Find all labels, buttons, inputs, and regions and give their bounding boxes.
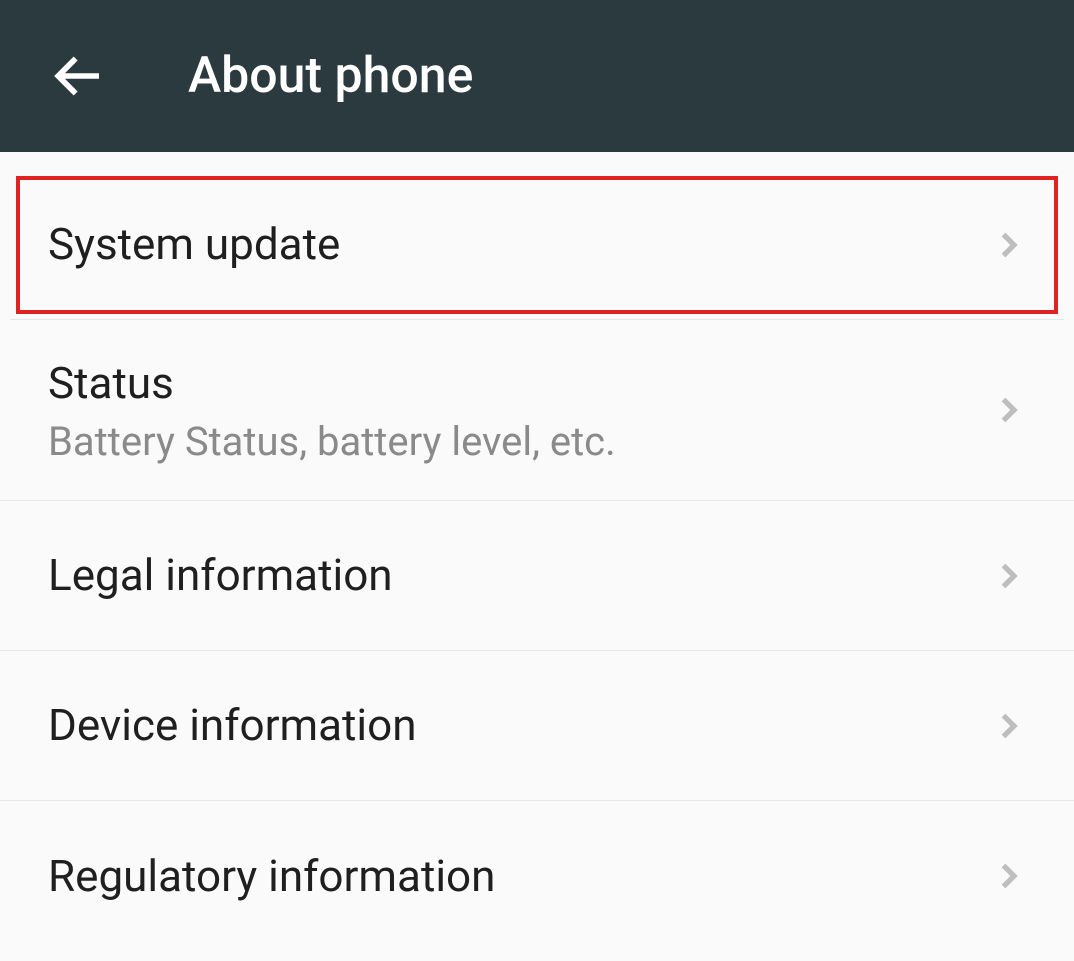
item-subtitle: Battery Status, battery level, etc.: [48, 418, 616, 465]
item-title: Device information: [48, 697, 417, 754]
item-title: Regulatory information: [48, 848, 495, 905]
item-device-information[interactable]: Device information: [0, 651, 1074, 801]
page-title: About phone: [188, 47, 473, 105]
header: About phone: [0, 0, 1074, 152]
chevron-right-icon: [990, 392, 1026, 428]
item-text: Regulatory information: [48, 848, 495, 905]
item-system-update[interactable]: System update: [10, 170, 1064, 320]
item-title: System update: [48, 216, 340, 273]
settings-list: System update Status Battery Status, bat…: [0, 152, 1074, 951]
item-title: Legal information: [48, 547, 393, 604]
item-text: Legal information: [48, 547, 393, 604]
back-button[interactable]: [48, 46, 108, 106]
chevron-right-icon: [990, 708, 1026, 744]
item-title: Status: [48, 355, 616, 412]
item-regulatory-information[interactable]: Regulatory information: [0, 801, 1074, 951]
item-text: Status Battery Status, battery level, et…: [48, 355, 616, 465]
chevron-right-icon: [990, 558, 1026, 594]
item-text: System update: [48, 216, 340, 273]
chevron-right-icon: [990, 227, 1026, 263]
item-legal-information[interactable]: Legal information: [0, 501, 1074, 651]
item-status[interactable]: Status Battery Status, battery level, et…: [0, 320, 1074, 501]
arrow-left-icon: [50, 48, 106, 104]
item-text: Device information: [48, 697, 417, 754]
chevron-right-icon: [990, 858, 1026, 894]
